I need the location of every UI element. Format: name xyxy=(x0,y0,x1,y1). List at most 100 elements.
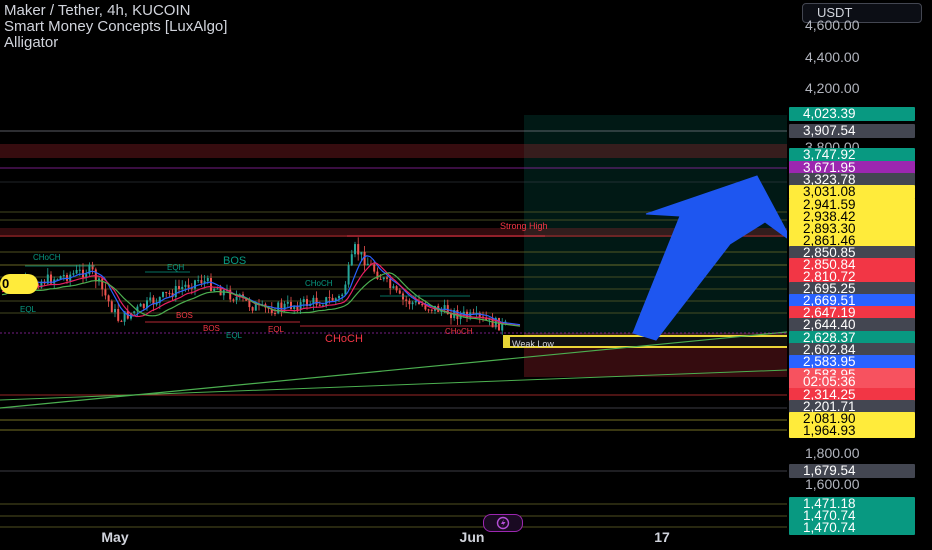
x-tick-label: Jun xyxy=(459,529,485,545)
x-tick-label: May xyxy=(101,529,129,545)
candle-body xyxy=(411,302,414,305)
price-badge-text: 0 xyxy=(2,276,10,291)
candle-body xyxy=(354,244,356,255)
candle-body xyxy=(194,280,196,289)
chart-title: Maker / Tether, 4h, KUCOIN xyxy=(4,2,191,19)
candle-body xyxy=(133,311,136,313)
candle-body xyxy=(360,251,363,255)
candle-body xyxy=(472,312,475,314)
candle-body xyxy=(386,277,388,279)
candle-body xyxy=(498,317,500,331)
candle-body xyxy=(142,303,145,309)
alligator-line xyxy=(1,272,521,327)
candle-body xyxy=(338,296,340,299)
candle-body xyxy=(62,274,65,277)
smc-annotation: EQH xyxy=(167,263,185,272)
candle-body xyxy=(450,314,452,319)
candle-body xyxy=(274,313,276,315)
candle-body xyxy=(347,265,350,285)
candle-body xyxy=(72,273,75,275)
price-label: 1,470.74 xyxy=(789,521,915,535)
candle-body xyxy=(341,294,344,297)
price-label: 1,964.93 xyxy=(789,424,915,438)
chart-window: Strong High Weak Low BOS BOS BOS CHoCH CHoCH CH… xyxy=(0,0,932,550)
candle-body xyxy=(376,271,379,279)
candle-body xyxy=(139,303,142,307)
candle-body xyxy=(402,293,404,300)
candle-body xyxy=(235,296,238,301)
candle-body xyxy=(232,299,235,301)
candle-body xyxy=(408,300,411,305)
candle-body xyxy=(251,307,254,311)
candle-body xyxy=(363,251,366,266)
candle-body xyxy=(117,309,120,321)
candle-body xyxy=(165,291,168,294)
candle-body xyxy=(101,278,104,290)
candle-body xyxy=(168,293,171,295)
candle-body xyxy=(302,299,305,303)
candle-body xyxy=(389,278,392,289)
smc-annotation: BOS xyxy=(223,255,246,267)
smc-annotation: CHoCH xyxy=(445,327,473,336)
candle-body xyxy=(318,304,321,306)
candle-body xyxy=(286,301,289,304)
indicator-smc-label: Smart Money Concepts [LuxAlgo] xyxy=(4,18,228,35)
candle-body xyxy=(366,263,369,266)
y-tick-label: 4,600.00 xyxy=(805,17,860,33)
candle-body xyxy=(114,309,116,313)
candle-body xyxy=(184,284,187,287)
candle-body xyxy=(430,309,433,311)
candle-body xyxy=(107,295,110,302)
candle-body xyxy=(210,278,212,291)
price-label: 3,907.54 xyxy=(789,124,915,138)
price-axis[interactable]: USDT 4,600.00 4,400.00 4,200.00 3,800.00 1,8… xyxy=(787,0,932,550)
candle-body xyxy=(78,269,81,271)
candle-body xyxy=(91,264,94,270)
candle-body xyxy=(392,286,395,289)
candle-body xyxy=(216,288,219,290)
candle-body xyxy=(331,297,334,301)
indicator-alligator-label: Alligator xyxy=(4,34,59,51)
y-tick-label: 4,200.00 xyxy=(805,80,860,96)
candle-body xyxy=(187,284,190,288)
candle-body xyxy=(395,286,398,291)
candle-body xyxy=(181,286,184,289)
candle-body xyxy=(405,299,408,301)
candle-body xyxy=(350,254,353,266)
candle-body xyxy=(382,277,385,280)
candle-body xyxy=(75,270,78,274)
candle-body xyxy=(149,297,152,301)
candle-body xyxy=(206,278,209,282)
candle-body xyxy=(414,300,417,303)
price-label: 4,023.39 xyxy=(789,107,915,121)
candle-body xyxy=(421,304,424,306)
candle-body xyxy=(248,300,251,308)
y-tick-label: 4,400.00 xyxy=(805,49,860,65)
candle-body xyxy=(174,286,177,298)
candle-body xyxy=(325,297,328,306)
candle-body xyxy=(357,244,360,255)
smc-annotation: Weak Low xyxy=(512,339,554,349)
price-label: 1,679.54 xyxy=(789,464,915,478)
price-chart-plot[interactable]: Strong High Weak Low BOS BOS BOS CHoCH CHoCH CH… xyxy=(0,0,787,550)
candle-body xyxy=(222,290,225,296)
smc-annotation: EQL xyxy=(20,305,37,314)
price-badge: 0 xyxy=(0,274,38,294)
candle-body xyxy=(104,289,107,296)
smc-annotation: Strong High xyxy=(500,221,548,231)
time-axis[interactable]: May Jun 17 xyxy=(0,528,787,550)
smc-annotation: CHoCH xyxy=(305,279,333,288)
supply-zone xyxy=(0,144,787,158)
y-tick-label: 1,800.00 xyxy=(805,445,860,461)
smc-annotation: CHoCH xyxy=(325,333,363,345)
smc-annotation: BOS xyxy=(176,311,193,320)
candle-body xyxy=(373,264,376,272)
candle-body xyxy=(197,280,200,282)
candle-body xyxy=(213,288,216,291)
trendline xyxy=(0,369,787,401)
candle-body xyxy=(398,290,401,294)
smc-annotation: EQL xyxy=(226,331,243,340)
y-tick-label: 1,600.00 xyxy=(805,476,860,492)
candle-body xyxy=(328,297,331,299)
candle-body xyxy=(200,280,203,284)
